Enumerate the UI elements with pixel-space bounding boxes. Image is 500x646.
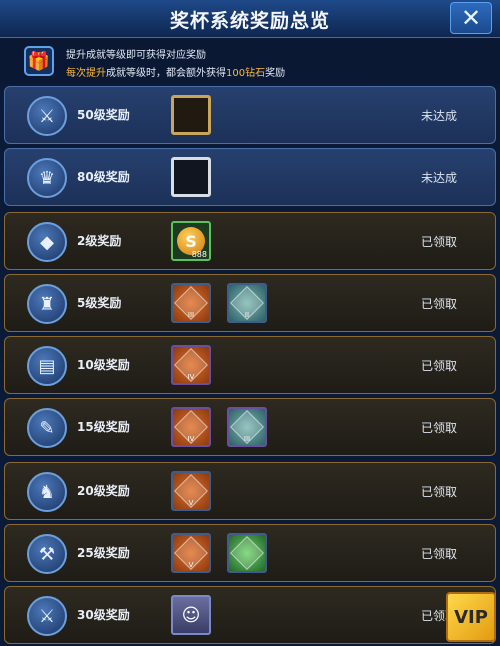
green-crate-reward-icon[interactable] <box>227 533 267 573</box>
orange-crate-reward-icon[interactable]: IV <box>171 407 211 447</box>
reward-row-level-10: ▤ 10级奖励 IV 已领取 <box>4 336 496 394</box>
reward-status: 已领取 <box>420 297 457 311</box>
crate-tier: IV <box>187 373 195 381</box>
boot-badge-icon: ♞ <box>27 472 67 512</box>
reward-row-level-15: ✎ 15级奖励 IV III 已领取 <box>4 398 496 456</box>
teal-crate-reward-icon[interactable]: II <box>227 283 267 323</box>
orange-crate-reward-icon[interactable]: IV <box>171 345 211 385</box>
reward-status: 已领取 <box>420 359 457 373</box>
crate-tier: IV <box>187 435 195 443</box>
crate-tier: V <box>188 561 194 569</box>
header-bar: 奖杯系统奖励总览 ✕ <box>0 0 500 38</box>
reward-level-label: 20级奖励 <box>77 484 130 498</box>
page-title: 奖杯系统奖励总览 <box>169 10 330 32</box>
info-text-mid: 成就等级时，都会额外获得 <box>106 68 226 79</box>
info-highlight-diamonds: 100钻石 <box>226 68 266 79</box>
scroll-badge-icon: ✎ <box>27 408 67 448</box>
reward-row-level-25: ⚒ 25级奖励 V 已领取 <box>4 524 496 582</box>
blade-badge-icon: ⚔ <box>27 596 67 636</box>
reward-level-label: 15级奖励 <box>77 420 130 434</box>
reward-status: 已领取 <box>420 485 457 499</box>
reward-row-level-80: ♛ 80级奖励 未达成 <box>4 148 496 206</box>
reward-row-level-50: ⚔ 50级奖励 未达成 <box>4 86 496 144</box>
gift-icon: 🎁 <box>24 46 54 76</box>
book-badge-icon: ▤ <box>27 346 67 386</box>
gold-coin-reward-icon[interactable]: S 888 <box>171 221 211 261</box>
info-text-line2: 每次提升成就等级时，都会额外获得100钻石奖励 <box>66 64 285 79</box>
info-highlight-each: 每次提升 <box>66 68 106 79</box>
reward-row-level-20: ♞ 20级奖励 V 已领取 <box>4 462 496 520</box>
reward-status: 未达成 <box>420 171 457 185</box>
reward-level-label: 10级奖励 <box>77 358 130 372</box>
gold-frame-reward-icon[interactable] <box>171 95 211 135</box>
hammer-badge-icon: ⚒ <box>27 534 67 574</box>
reward-level-label: 50级奖励 <box>77 108 130 122</box>
info-panel: 🎁 提升成就等级即可获得对应奖励 每次提升成就等级时，都会额外获得100钻石奖励 <box>0 38 500 84</box>
silver-frame-reward-icon[interactable] <box>171 157 211 197</box>
info-text-line1: 提升成就等级即可获得对应奖励 <box>66 50 206 61</box>
reward-status: 已领取 <box>420 547 457 561</box>
crate-tier: III <box>243 435 251 443</box>
reward-status: 已领取 <box>420 235 457 249</box>
crate-tier: V <box>188 499 194 507</box>
reward-level-label: 2级奖励 <box>77 234 122 248</box>
gem-badge-icon: ◆ <box>27 222 67 262</box>
orange-crate-reward-icon[interactable]: V <box>171 471 211 511</box>
reward-level-label: 25级奖励 <box>77 546 130 560</box>
hero-skin-reward-icon[interactable]: ☺ <box>171 595 211 635</box>
crate-tier: III <box>187 311 195 319</box>
reward-row-level-30: ⚔ 30级奖励 ☺ 已领取 <box>4 586 496 644</box>
sword-badge-icon: ⚔ <box>27 96 67 136</box>
orange-crate-reward-icon[interactable]: V <box>171 533 211 573</box>
crate-tier: II <box>244 311 250 319</box>
crown-badge-icon: ♛ <box>27 158 67 198</box>
coin-count: 888 <box>191 250 207 259</box>
vip-watermark-logo: VIP <box>446 592 496 642</box>
reward-row-level-5: ♜ 5级奖励 III II 已领取 <box>4 274 496 332</box>
close-icon: ✕ <box>460 4 482 32</box>
reward-level-label: 30级奖励 <box>77 608 130 622</box>
close-button[interactable]: ✕ <box>450 2 492 34</box>
crate-icon <box>230 536 264 570</box>
reward-status: 未达成 <box>420 109 457 123</box>
reward-row-level-2: ◆ 2级奖励 S 888 已领取 <box>4 212 496 270</box>
teal-crate-reward-icon[interactable]: III <box>227 407 267 447</box>
reward-level-label: 80级奖励 <box>77 170 130 184</box>
tower-badge-icon: ♜ <box>27 284 67 324</box>
reward-level-label: 5级奖励 <box>77 296 122 310</box>
reward-status: 已领取 <box>420 421 457 435</box>
info-text-post: 奖励 <box>265 68 286 79</box>
orange-crate-reward-icon[interactable]: III <box>171 283 211 323</box>
